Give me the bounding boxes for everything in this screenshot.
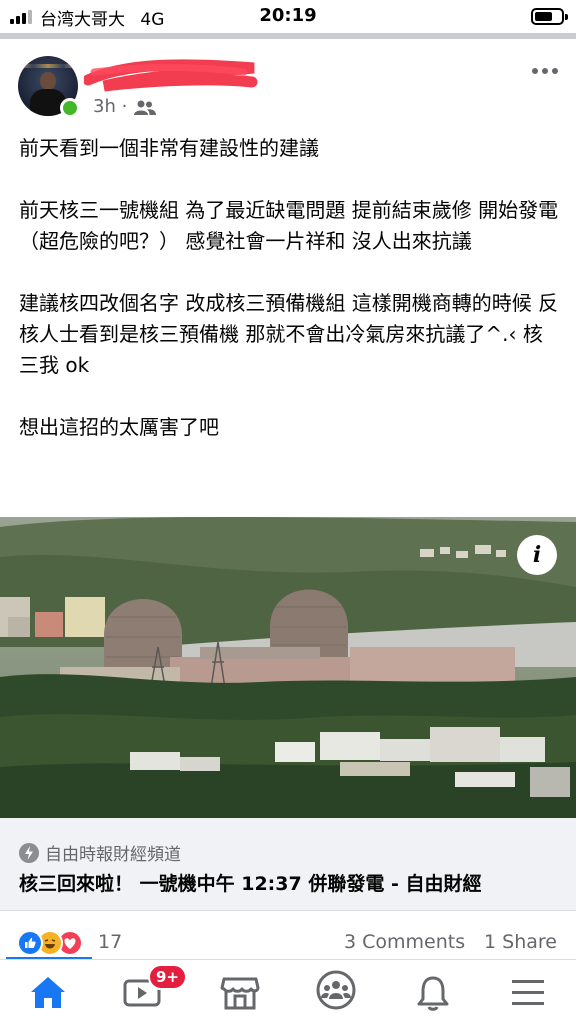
notifications-icon [417,976,449,1011]
link-preview-card[interactable]: 自由時報財經頻道 核三回來啦！ 一號機中午 12:37 併聯發電 - 自由財經 [0,818,576,911]
online-status-dot [60,98,80,118]
tab-bar [0,960,576,1024]
post-paragraph: 想出這招的太厲害了吧 [19,415,219,439]
battery-icon [531,8,568,25]
post-text: 前天看到一個非常有建設性的建議 前天核三一號機組 為了最近缺電問題 提前結束歲修… [19,133,559,474]
post-time[interactable]: 3h · [93,96,127,117]
redacted-author-name [84,59,258,92]
more-options-icon[interactable] [530,60,560,82]
link-source: 自由時報財經頻道 [45,845,181,865]
tab-marketplace[interactable] [210,968,270,1016]
watch-notification-badge: 9+ [148,964,188,990]
friends-icon [134,100,156,115]
feed-divider [0,33,576,39]
post-time-label: 3h [93,96,116,117]
reactions-summary[interactable] [17,930,97,956]
post-paragraph: 前天核三一號機組 為了最近缺電問題 提前結束歲修 開始發電（超危險的吧？） 感覺… [19,198,559,253]
like-reaction-icon [17,930,43,956]
tab-home[interactable] [18,968,78,1016]
lightning-bolt-icon [19,842,39,863]
link-preview-image[interactable] [0,517,576,818]
tab-notifications[interactable] [403,968,463,1016]
shares-count[interactable]: 1 Share [484,931,557,953]
info-icon[interactable]: i [517,535,557,575]
home-icon [31,977,65,1008]
groups-icon [316,970,356,1010]
tab-menu[interactable] [498,968,558,1016]
menu-icon [512,980,544,1005]
link-title[interactable]: 核三回來啦！ 一號機中午 12:37 併聯發電 - 自由財經 [19,869,481,896]
tab-groups[interactable] [306,968,366,1016]
link-source-row: 自由時報財經頻道 [19,840,181,865]
reaction-count[interactable]: 17 [98,931,122,953]
post-paragraph: 前天看到一個非常有建設性的建議 [19,136,319,160]
status-bar: 台湾大哥大 4G 20:19 [0,0,576,32]
post-paragraph: 建議核四改個名字 改成核三預備機組 這樣開機商轉的時候 反核人士看到是核三預備機… [19,291,559,377]
comments-count[interactable]: 3 Comments [344,931,465,953]
status-time: 20:19 [259,5,317,26]
marketplace-icon [220,977,260,1010]
